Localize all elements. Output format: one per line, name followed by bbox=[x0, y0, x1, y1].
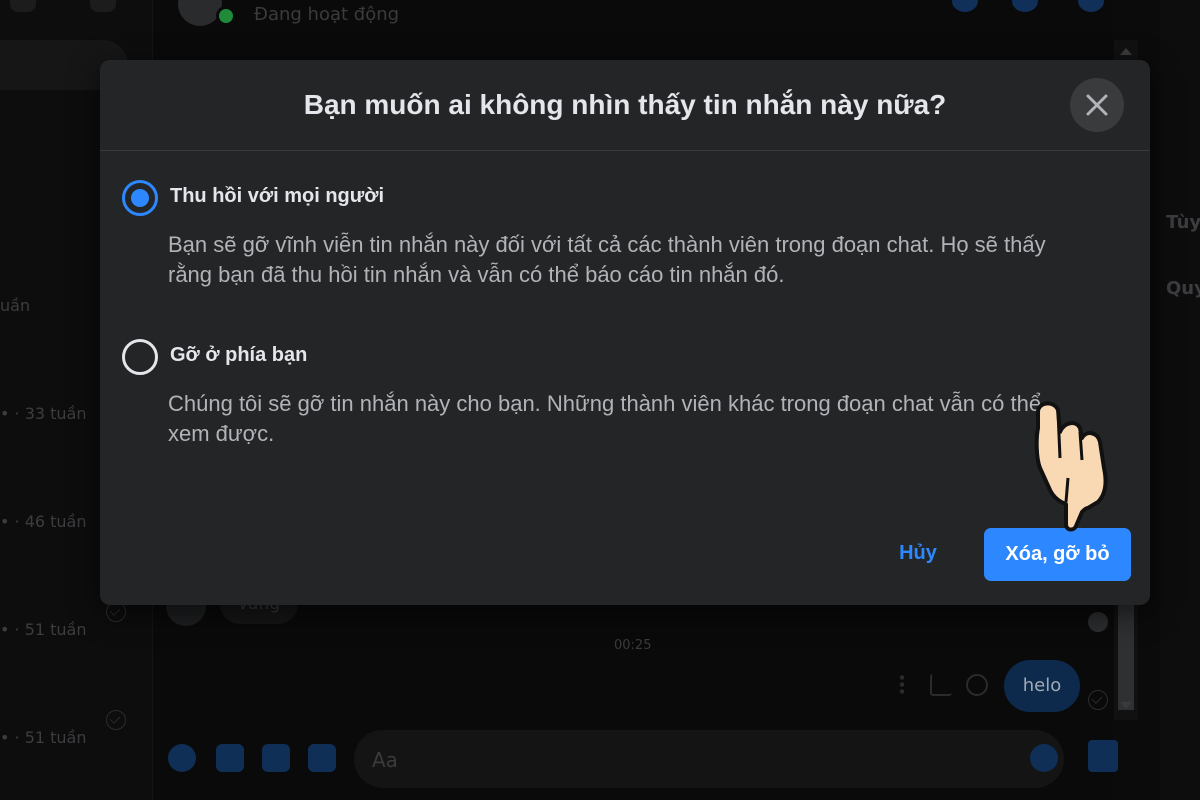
info-panel-item[interactable]: Quy bbox=[1166, 278, 1200, 299]
dialog-header: Bạn muốn ai không nhìn thấy tin nhắn này… bbox=[100, 60, 1150, 151]
scroll-down-arrow-icon[interactable] bbox=[1120, 702, 1132, 709]
conversation-time: • · 46 tuần bbox=[0, 512, 87, 531]
option-label[interactable]: Gỡ ở phía bạn bbox=[170, 344, 307, 367]
option-description: Chúng tôi sẽ gỡ tin nhắn này cho bạn. Nh… bbox=[168, 391, 1042, 446]
cancel-button[interactable]: Hủy bbox=[860, 528, 976, 578]
conversation-time: • · 33 tuần bbox=[0, 404, 87, 423]
outgoing-message[interactable]: helo bbox=[1004, 660, 1080, 712]
sticker-icon[interactable] bbox=[262, 744, 290, 772]
more-options-icon[interactable] bbox=[898, 674, 906, 696]
online-status-icon bbox=[216, 6, 236, 26]
thumbs-up-icon[interactable] bbox=[1088, 740, 1118, 772]
info-panel bbox=[1160, 0, 1200, 800]
hand-pointer-icon bbox=[1034, 401, 1108, 532]
scroll-up-arrow-icon[interactable] bbox=[1120, 48, 1132, 55]
read-check-icon bbox=[106, 710, 126, 730]
close-icon bbox=[1086, 94, 1108, 116]
radio-unsend-for-everyone[interactable] bbox=[122, 180, 158, 216]
radio-remove-for-you[interactable] bbox=[122, 339, 158, 375]
conversation-time: uần bbox=[0, 296, 31, 315]
new-message-icon[interactable] bbox=[90, 0, 116, 12]
close-button[interactable] bbox=[1070, 78, 1124, 132]
info-panel-item[interactable]: Tùy bbox=[1166, 212, 1200, 233]
react-icon[interactable] bbox=[966, 674, 988, 696]
conversation-time: • · 51 tuần bbox=[0, 620, 87, 639]
read-check-icon bbox=[1088, 690, 1108, 710]
menu-icon[interactable] bbox=[10, 0, 36, 12]
gif-icon[interactable] bbox=[308, 744, 336, 772]
chat-status: Đang hoạt động bbox=[254, 4, 400, 25]
add-icon[interactable] bbox=[168, 744, 196, 772]
confirm-remove-button[interactable]: Xóa, gỡ bỏ bbox=[984, 528, 1131, 581]
option-description: Bạn sẽ gỡ vĩnh viễn tin nhắn này đối với… bbox=[168, 232, 1046, 287]
message-timestamp: 00:25 bbox=[614, 638, 652, 653]
dialog-title: Bạn muốn ai không nhìn thấy tin nhắn này… bbox=[303, 89, 947, 120]
image-icon[interactable] bbox=[216, 744, 244, 772]
conversation-time: • · 51 tuần bbox=[0, 728, 87, 747]
message-input[interactable] bbox=[354, 730, 1064, 788]
message-input-placeholder: Aa bbox=[372, 748, 398, 772]
radio-selected-dot bbox=[131, 189, 149, 207]
reply-icon[interactable] bbox=[930, 674, 952, 696]
seen-indicator-icon bbox=[1088, 612, 1108, 632]
remove-message-dialog: Bạn muốn ai không nhìn thấy tin nhắn này… bbox=[100, 60, 1150, 605]
emoji-icon[interactable] bbox=[1030, 744, 1058, 772]
read-check-icon bbox=[106, 602, 126, 622]
option-label[interactable]: Thu hồi với mọi người bbox=[170, 185, 384, 208]
